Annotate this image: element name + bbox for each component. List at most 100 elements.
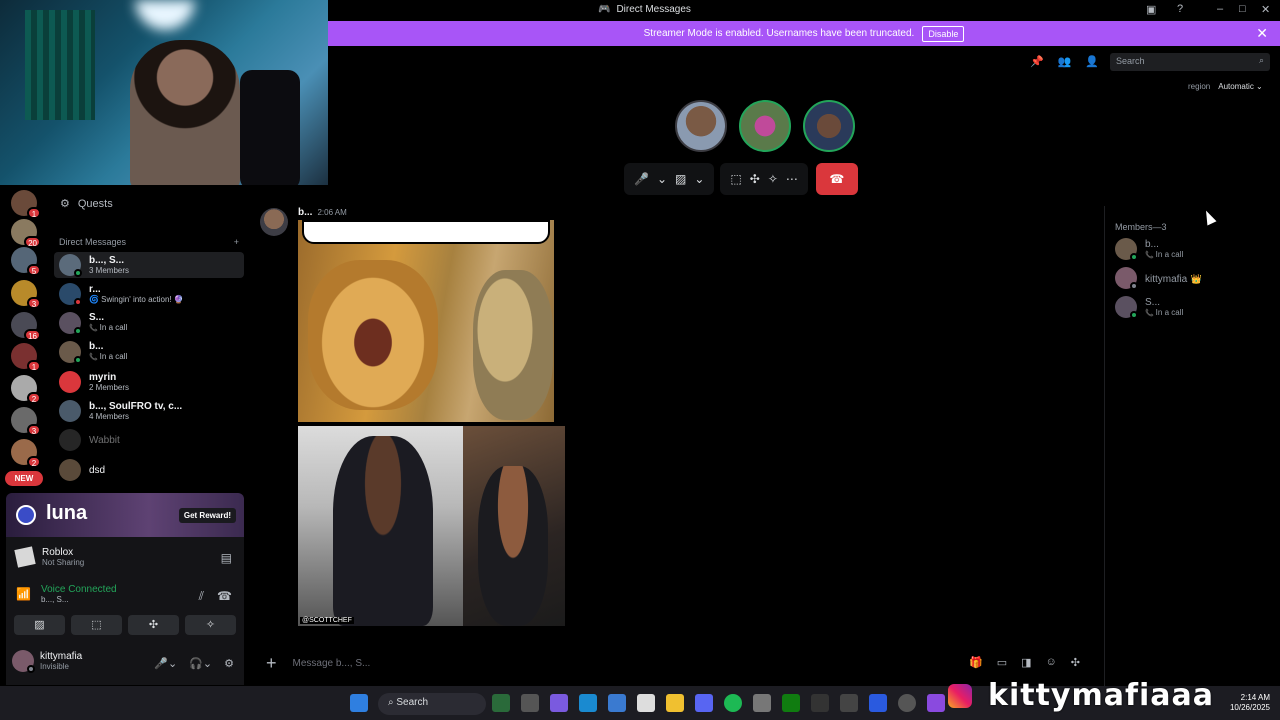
message-composer[interactable]: + Message b..., S... 🎁 ▭ ◨ ☺ ✣ [258, 650, 1092, 676]
spotify-icon[interactable] [724, 694, 742, 712]
activities-button[interactable]: ✣ [128, 615, 179, 635]
create-dm-icon[interactable]: + [234, 237, 239, 247]
screen-share-icon: ⬚ [730, 172, 742, 186]
dm-item[interactable]: r... 🌀 Swingin' into action! 🔮 [54, 281, 244, 307]
server-icon[interactable]: 1 [11, 343, 41, 372]
dm-item[interactable]: b...In a call [54, 339, 244, 365]
dm-item[interactable]: dsd [54, 457, 244, 483]
app-icon[interactable] [927, 694, 945, 712]
mic-icon: 🎤 [634, 172, 649, 186]
get-reward-button[interactable]: Get Reward! [178, 508, 236, 523]
server-icon[interactable]: 3 [11, 280, 41, 309]
acoustic-panel [25, 10, 95, 120]
participant-avatar[interactable] [675, 100, 727, 152]
member-item[interactable]: b...In a call [1115, 238, 1183, 261]
maximize-button[interactable]: □ [1239, 3, 1246, 15]
mic-icon[interactable]: 🎤⌄ [154, 657, 177, 670]
app-icon[interactable] [869, 694, 887, 712]
windows-start-icon[interactable] [350, 694, 368, 712]
noise-icon[interactable]: ⫽ [199, 589, 204, 604]
share-screen-icon[interactable]: ▤ [221, 551, 232, 565]
stream-watermark: kittymafiaaa [988, 678, 1215, 713]
hang-up-button[interactable]: ☎ [815, 163, 858, 195]
discord-icon: 🎮 [598, 4, 611, 15]
search-input[interactable]: Search ⌕ [1110, 53, 1270, 71]
group-avatar [59, 400, 81, 422]
taskbar-search[interactable]: ⌕ Search [378, 693, 486, 715]
dm-item[interactable]: b..., SoulFRO tv, c... 4 Members [54, 398, 244, 424]
signal-icon: 📶 [16, 587, 31, 601]
settings-gear-icon[interactable]: ⚙ [224, 657, 234, 670]
participant-avatar[interactable] [803, 100, 855, 152]
region-select[interactable]: region Automatic ⌄ [1188, 82, 1263, 91]
user-info[interactable]: kittymafia Invisible [12, 650, 82, 673]
settings-icon[interactable] [753, 694, 771, 712]
system-clock[interactable]: 2:14 AM 10/26/2025 [1230, 693, 1270, 713]
meme-image-lion[interactable] [298, 220, 554, 422]
copilot-icon[interactable] [550, 694, 568, 712]
message-avatar[interactable] [260, 208, 288, 236]
disconnect-icon[interactable]: ☎ [217, 589, 232, 603]
dm-item[interactable]: Wabbit [54, 427, 244, 453]
server-icon[interactable]: 2 [11, 439, 41, 468]
store-icon[interactable] [608, 694, 626, 712]
edge-icon[interactable] [579, 694, 597, 712]
pin-icon[interactable]: 📌 [1030, 55, 1044, 68]
soundboard-button[interactable]: ✧ [185, 615, 236, 635]
avatar [1115, 267, 1138, 290]
gif-icon[interactable]: ▭ [997, 656, 1007, 669]
obs-icon[interactable] [898, 694, 916, 712]
voice-connected[interactable]: 📶 Voice Connected b..., S... [16, 584, 117, 604]
luna-logo-icon [16, 505, 36, 525]
apps-icon[interactable]: ✣ [1071, 656, 1080, 669]
gaming-chair [240, 70, 300, 185]
participant-avatar[interactable] [739, 100, 791, 152]
camera-off-button[interactable]: ▨ [14, 615, 65, 635]
person-figure [478, 466, 548, 626]
xbox-icon[interactable] [782, 694, 800, 712]
dm-item[interactable]: S...In a call [54, 310, 244, 336]
luna-promo: luna Get Reward! [6, 493, 244, 537]
dm-item[interactable]: myrin 2 Members [54, 369, 244, 395]
dm-item[interactable]: b..., S... 3 Members [54, 252, 244, 278]
mic-control[interactable]: 🎤 ⌄ ▨ ⌄ [624, 163, 715, 195]
server-icon[interactable]: 5 [11, 247, 41, 276]
member-item[interactable]: kittymafia 👑 [1115, 267, 1202, 290]
avatar [1115, 296, 1138, 319]
streamer-mode-banner: Streamer Mode is enabled. Usernames have… [328, 21, 1280, 46]
server-icon[interactable]: 1 [11, 190, 41, 219]
gift-icon[interactable]: 🎁 [969, 656, 983, 669]
video-image[interactable]: @SCOTTCHEF [298, 426, 565, 626]
close-banner-icon[interactable]: ✕ [1256, 25, 1268, 42]
plus-icon[interactable]: + [266, 653, 277, 674]
task-view-icon[interactable] [521, 694, 539, 712]
avatar [59, 459, 81, 481]
quests-link[interactable]: ⚙ Quests [60, 197, 113, 211]
help-icon[interactable]: ? [1177, 3, 1183, 15]
members-toggle-icon[interactable]: 👤 [1085, 55, 1099, 68]
screen-share-button[interactable]: ⬚ [71, 615, 122, 635]
call-actions[interactable]: ⬚ ✣ ✧ ⋯ [720, 163, 808, 195]
server-icon[interactable]: 3 [11, 407, 41, 436]
widget-icon[interactable] [492, 694, 510, 712]
more-icon: ⋯ [785, 172, 798, 186]
disable-button[interactable]: Disable [922, 25, 965, 42]
app-icon[interactable] [637, 694, 655, 712]
server-icon[interactable]: 2 [11, 375, 41, 404]
headset-icon[interactable]: 🎧⌄ [189, 657, 212, 670]
minimize-button[interactable]: – [1217, 3, 1223, 15]
member-item[interactable]: S...In a call [1115, 296, 1183, 319]
server-icon[interactable]: 20 [11, 219, 41, 248]
avatar [59, 312, 82, 335]
emoji-icon[interactable]: ☺ [1046, 656, 1057, 669]
add-friend-icon[interactable]: 👥 [1058, 55, 1072, 68]
person-figure [333, 436, 433, 626]
sticker-icon[interactable]: ◨ [1021, 656, 1031, 669]
epic-icon[interactable] [811, 694, 829, 712]
file-explorer-icon[interactable] [666, 694, 684, 712]
discord-icon[interactable] [695, 694, 713, 712]
inbox-icon[interactable]: ▣ [1146, 3, 1156, 16]
close-window-button[interactable]: ✕ [1261, 3, 1270, 16]
app-icon[interactable] [840, 694, 858, 712]
server-icon[interactable]: 16 [11, 312, 41, 341]
